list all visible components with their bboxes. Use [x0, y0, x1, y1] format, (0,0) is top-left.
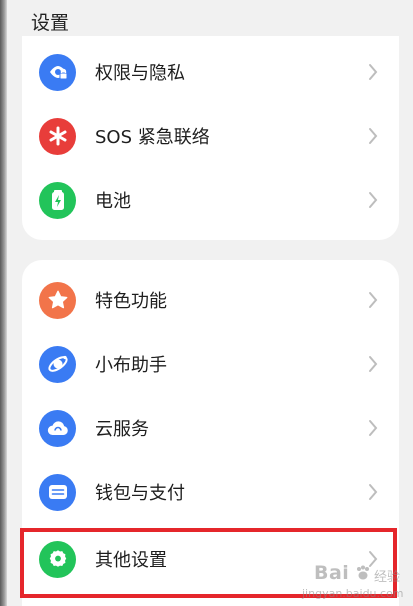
settings-item-label: 电池	[95, 191, 131, 212]
star-icon	[39, 281, 76, 319]
settings-item-sos[interactable]: SOS 紧急联络	[22, 104, 399, 168]
watermark-brand-suffix: 经验	[374, 570, 401, 585]
settings-item-label: 其他设置	[95, 550, 167, 571]
paw-icon	[354, 564, 372, 586]
privacy-shield-icon	[39, 53, 76, 91]
page-title: 设置	[31, 12, 70, 34]
settings-item-label: 钱包与支付	[95, 483, 185, 504]
assistant-icon	[39, 345, 76, 383]
chevron-right-icon	[367, 418, 379, 438]
settings-item-features[interactable]: 特色功能	[22, 268, 399, 332]
settings-item-label: 小布助手	[95, 355, 167, 376]
settings-item-privacy[interactable]: 权限与隐私	[22, 40, 399, 104]
settings-item-label: SOS 紧急联络	[95, 127, 210, 148]
chevron-right-icon	[367, 62, 379, 82]
chevron-right-icon	[367, 190, 379, 210]
sos-asterisk-icon	[39, 117, 76, 155]
settings-item-label: 云服务	[95, 419, 149, 440]
watermark-domain: jingyan.baidu.com	[302, 587, 404, 600]
settings-item-label: 特色功能	[95, 291, 167, 312]
settings-item-label: 权限与隐私	[95, 63, 185, 84]
chevron-right-icon	[367, 290, 379, 310]
wallet-icon	[39, 473, 76, 511]
settings-item-wallet[interactable]: 钱包与支付	[22, 460, 399, 524]
play-icon[interactable]	[184, 368, 256, 452]
cloud-icon	[39, 409, 76, 447]
device-bezel	[0, 0, 7, 606]
settings-item-battery[interactable]: 电池	[22, 168, 399, 232]
watermark-brand: Bai	[314, 562, 350, 584]
chevron-right-icon	[367, 126, 379, 146]
chevron-right-icon	[367, 482, 379, 502]
gear-icon	[39, 540, 76, 578]
chevron-right-icon	[367, 354, 379, 374]
battery-icon	[39, 181, 76, 219]
watermark: Bai 经验 jingyan.baidu.com	[296, 556, 408, 602]
